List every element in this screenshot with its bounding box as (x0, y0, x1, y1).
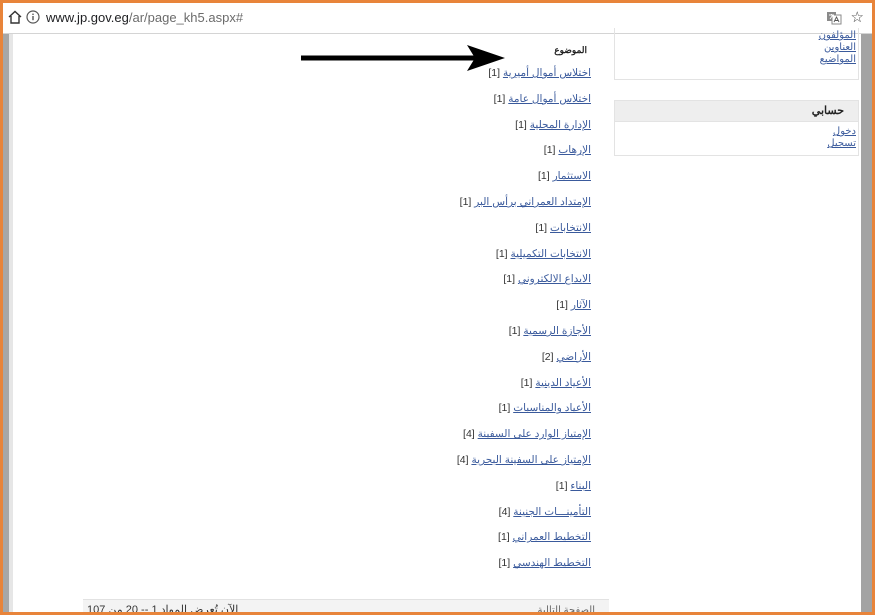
sidebar-link-1[interactable]: العناوين (819, 42, 856, 54)
items-count: الآن تُعرض المواد 1 -- 20 من 107 (87, 604, 239, 615)
topic-item: الاستثمار [1] (31, 170, 591, 196)
topic-link[interactable]: الإمتياز الوارد على السفينة (478, 428, 591, 440)
topic-count: [4] (498, 505, 511, 518)
topic-count: [1] (498, 402, 511, 415)
pager-bar: الصفحة التالية الآن تُعرض المواد 1 -- 20… (83, 599, 609, 615)
topic-item: الإمتياز الوارد على السفينة [4] (31, 428, 591, 454)
topic-count: [1] (459, 195, 472, 208)
topic-item: الإرهاب [1] (31, 144, 591, 170)
topic-link[interactable]: الايداع الالكتروني (518, 273, 591, 285)
topic-link[interactable]: الإمتياز على السفينة البحرية (471, 454, 591, 466)
topic-item: الإدارة المحلية [1] (31, 119, 591, 145)
topic-link[interactable]: الآثار (571, 299, 591, 311)
topic-item: اختلاس أموال عامة [1] (31, 93, 591, 119)
topic-item: التأمينـــات الجنينة [4] (31, 506, 591, 532)
url-field[interactable]: www.jp.gov.eg/ar/page_kh5.aspx# (46, 10, 243, 25)
topic-count: [1] (488, 67, 501, 79)
topic-link[interactable]: الأعياد والمناسبات (513, 402, 591, 414)
url-host: www.jp.gov.eg (46, 10, 129, 25)
topic-link[interactable]: الإرهاب (558, 144, 591, 156)
topic-count: [1] (515, 118, 527, 131)
topic-count: [4] (463, 428, 475, 441)
scrollbar[interactable] (861, 34, 872, 612)
topic-link[interactable]: البناء (570, 480, 591, 492)
topic-link[interactable]: الأراضي (556, 351, 591, 363)
topic-link[interactable]: الأجازة الرسمية (523, 325, 591, 337)
topic-item: البناء [1] (31, 480, 591, 506)
topic-link[interactable]: الإدارة المحلية (530, 119, 591, 131)
topic-count: [1] (555, 479, 568, 492)
topic-count: [1] (493, 92, 506, 105)
topic-item: الإمتياز على السفينة البحرية [4] (31, 454, 591, 480)
topic-item: الآثار [1] (31, 299, 591, 325)
topic-link[interactable]: اختلاس أموال عامة (508, 93, 591, 105)
topic-item: الأجازة الرسمية [1] (31, 325, 591, 351)
topic-item: اختلاس أموال أميرية [1] (31, 67, 591, 93)
topic-item: الانتخابات التكميلية [1] (31, 248, 591, 274)
topic-count: [1] (520, 376, 533, 389)
topic-link[interactable]: الاستثمار (553, 170, 591, 182)
topic-link[interactable]: الإمتداد العمراني برأس البر (474, 196, 591, 208)
sidebar-link-0[interactable]: المؤلفون (819, 30, 856, 42)
next-page-link[interactable]: الصفحة التالية (538, 605, 595, 612)
main-column: الموضوع اختلاس أموال أميرية [1] اختلاس أم… (17, 34, 609, 612)
sidebar: المؤلفون العناوين المواضيع حسابي دخول تسجيل (614, 28, 859, 612)
topic-count: [1] (543, 144, 556, 157)
sidebar-link-2[interactable]: المواضيع (819, 54, 856, 66)
topic-item: الأراضي [2] (31, 351, 591, 377)
topic-item: الأعياد والمناسبات [1] (31, 402, 591, 428)
topic-link[interactable]: الانتخابات التكميلية (511, 248, 592, 260)
topic-count: [4] (456, 453, 469, 466)
account-link-0[interactable]: دخول (827, 126, 856, 138)
page-content: الموضوع اختلاس أموال أميرية [1] اختلاس أم… (17, 28, 859, 612)
topic-link[interactable]: التأمينـــات الجنينة (513, 506, 591, 518)
topic-count: [1] (495, 247, 508, 260)
page-viewport: الموضوع اختلاس أموال أميرية [1] اختلاس أم… (3, 28, 872, 612)
info-icon[interactable] (26, 10, 40, 24)
topic-link[interactable]: التخطيط الهندسي (513, 557, 591, 569)
topic-link[interactable]: الانتخابات (550, 222, 591, 234)
account-title: حسابي (615, 101, 858, 122)
star-icon[interactable]: ☆ (851, 9, 864, 25)
topic-link[interactable]: اختلاس أموال أميرية (503, 67, 591, 79)
topic-count: [1] (556, 299, 568, 312)
browse-box: المؤلفون العناوين المواضيع (614, 28, 859, 80)
topic-link[interactable]: الأعياد الدينية (535, 377, 591, 389)
topic-item: التخطيط الهندسي [1] (31, 557, 591, 583)
topic-item: التخطيط العمراني [1] (31, 531, 591, 557)
topic-count: [1] (503, 273, 516, 286)
column-title: الموضوع (554, 45, 587, 55)
screenshot-frame: www.jp.gov.eg/ar/page_kh5.aspx# ☆ الموضو… (0, 0, 875, 615)
left-gutter (3, 34, 13, 612)
topic-link[interactable]: التخطيط العمراني (513, 531, 591, 543)
account-links: دخول تسجيل (827, 126, 856, 150)
topic-item: الايداع الالكتروني [1] (31, 273, 591, 299)
account-box: حسابي دخول تسجيل (614, 100, 859, 156)
translate-icon[interactable] (826, 10, 842, 26)
url-path: /ar/page_kh5.aspx# (128, 10, 244, 25)
browse-links: المؤلفون العناوين المواضيع (819, 30, 856, 66)
home-icon[interactable] (7, 9, 23, 25)
account-link-1[interactable]: تسجيل (827, 138, 856, 150)
topic-count: [1] (498, 557, 511, 570)
topic-count: [1] (538, 170, 550, 183)
topic-item: الأعياد الدينية [1] (31, 377, 591, 403)
topic-count: [1] (535, 221, 548, 234)
topic-count: [2] (541, 350, 554, 363)
topic-item: الإمتداد العمراني برأس البر [1] (31, 196, 591, 222)
topic-count: [1] (508, 324, 521, 337)
topic-list: اختلاس أموال أميرية [1] اختلاس أموال عامة… (31, 67, 591, 583)
topic-item: الانتخابات [1] (31, 222, 591, 248)
topic-count: [1] (498, 531, 510, 544)
